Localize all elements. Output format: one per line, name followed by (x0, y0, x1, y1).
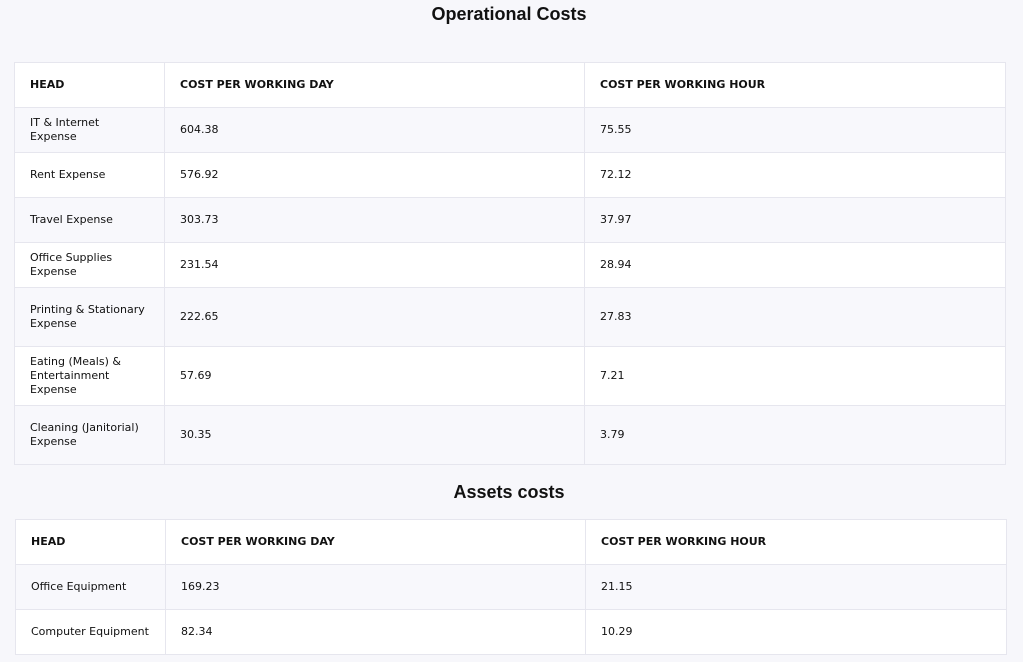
cell-cost-per-day: 57.69 (164, 346, 585, 406)
cell-cost-per-hour: 10.29 (585, 609, 1007, 655)
cell-cost-per-hour: 37.97 (584, 197, 1006, 243)
table-row: IT & Internet Expense 604.38 75.55 (14, 107, 1006, 153)
column-header-head: HEAD (15, 519, 166, 565)
cell-head: Travel Expense (14, 197, 165, 243)
column-header-cost-per-hour: COST PER WORKING HOUR (584, 62, 1006, 108)
cell-cost-per-day: 576.92 (164, 152, 585, 198)
cell-cost-per-day: 30.35 (164, 405, 585, 465)
cell-cost-per-hour: 28.94 (584, 242, 1006, 288)
cell-head: Eating (Meals) & Entertainment Expense (14, 346, 165, 406)
cell-cost-per-day: 604.38 (164, 107, 585, 153)
cell-head: Office Equipment (15, 564, 166, 610)
cell-cost-per-day: 231.54 (164, 242, 585, 288)
column-header-cost-per-day: COST PER WORKING DAY (164, 62, 585, 108)
operational-costs-table: HEAD COST PER WORKING DAY COST PER WORKI… (14, 62, 1006, 465)
table-row: Cleaning (Janitorial) Expense 30.35 3.79 (14, 405, 1006, 465)
cell-head: Cleaning (Janitorial) Expense (14, 405, 165, 465)
cell-cost-per-hour: 72.12 (584, 152, 1006, 198)
table-row: Computer Equipment 82.34 10.29 (15, 609, 1007, 655)
assets-costs-table: HEAD COST PER WORKING DAY COST PER WORKI… (15, 519, 1007, 655)
cell-head: Computer Equipment (15, 609, 166, 655)
column-header-cost-per-day: COST PER WORKING DAY (165, 519, 586, 565)
cell-cost-per-hour: 75.55 (584, 107, 1006, 153)
table-header-row: HEAD COST PER WORKING DAY COST PER WORKI… (14, 62, 1006, 108)
cell-head: IT & Internet Expense (14, 107, 165, 153)
operational-costs-title: Operational Costs (431, 4, 587, 24)
table-row: Eating (Meals) & Entertainment Expense 5… (14, 346, 1006, 406)
cell-head: Printing & Stationary Expense (14, 287, 165, 347)
cell-head: Rent Expense (14, 152, 165, 198)
table-row: Office Equipment 169.23 21.15 (15, 564, 1007, 610)
table-row: Travel Expense 303.73 37.97 (14, 197, 1006, 243)
cell-cost-per-hour: 21.15 (585, 564, 1007, 610)
cell-cost-per-day: 303.73 (164, 197, 585, 243)
cell-cost-per-hour: 3.79 (584, 405, 1006, 465)
column-header-cost-per-hour: COST PER WORKING HOUR (585, 519, 1007, 565)
cell-head: Office Supplies Expense (14, 242, 165, 288)
table-row: Rent Expense 576.92 72.12 (14, 152, 1006, 198)
column-header-head: HEAD (14, 62, 165, 108)
cell-cost-per-hour: 27.83 (584, 287, 1006, 347)
table-row: Office Supplies Expense 231.54 28.94 (14, 242, 1006, 288)
assets-costs-title: Assets costs (453, 482, 565, 502)
cell-cost-per-hour: 7.21 (584, 346, 1006, 406)
cell-cost-per-day: 82.34 (165, 609, 586, 655)
table-header-row: HEAD COST PER WORKING DAY COST PER WORKI… (15, 519, 1007, 565)
cell-cost-per-day: 222.65 (164, 287, 585, 347)
cell-cost-per-day: 169.23 (165, 564, 586, 610)
table-row: Printing & Stationary Expense 222.65 27.… (14, 287, 1006, 347)
